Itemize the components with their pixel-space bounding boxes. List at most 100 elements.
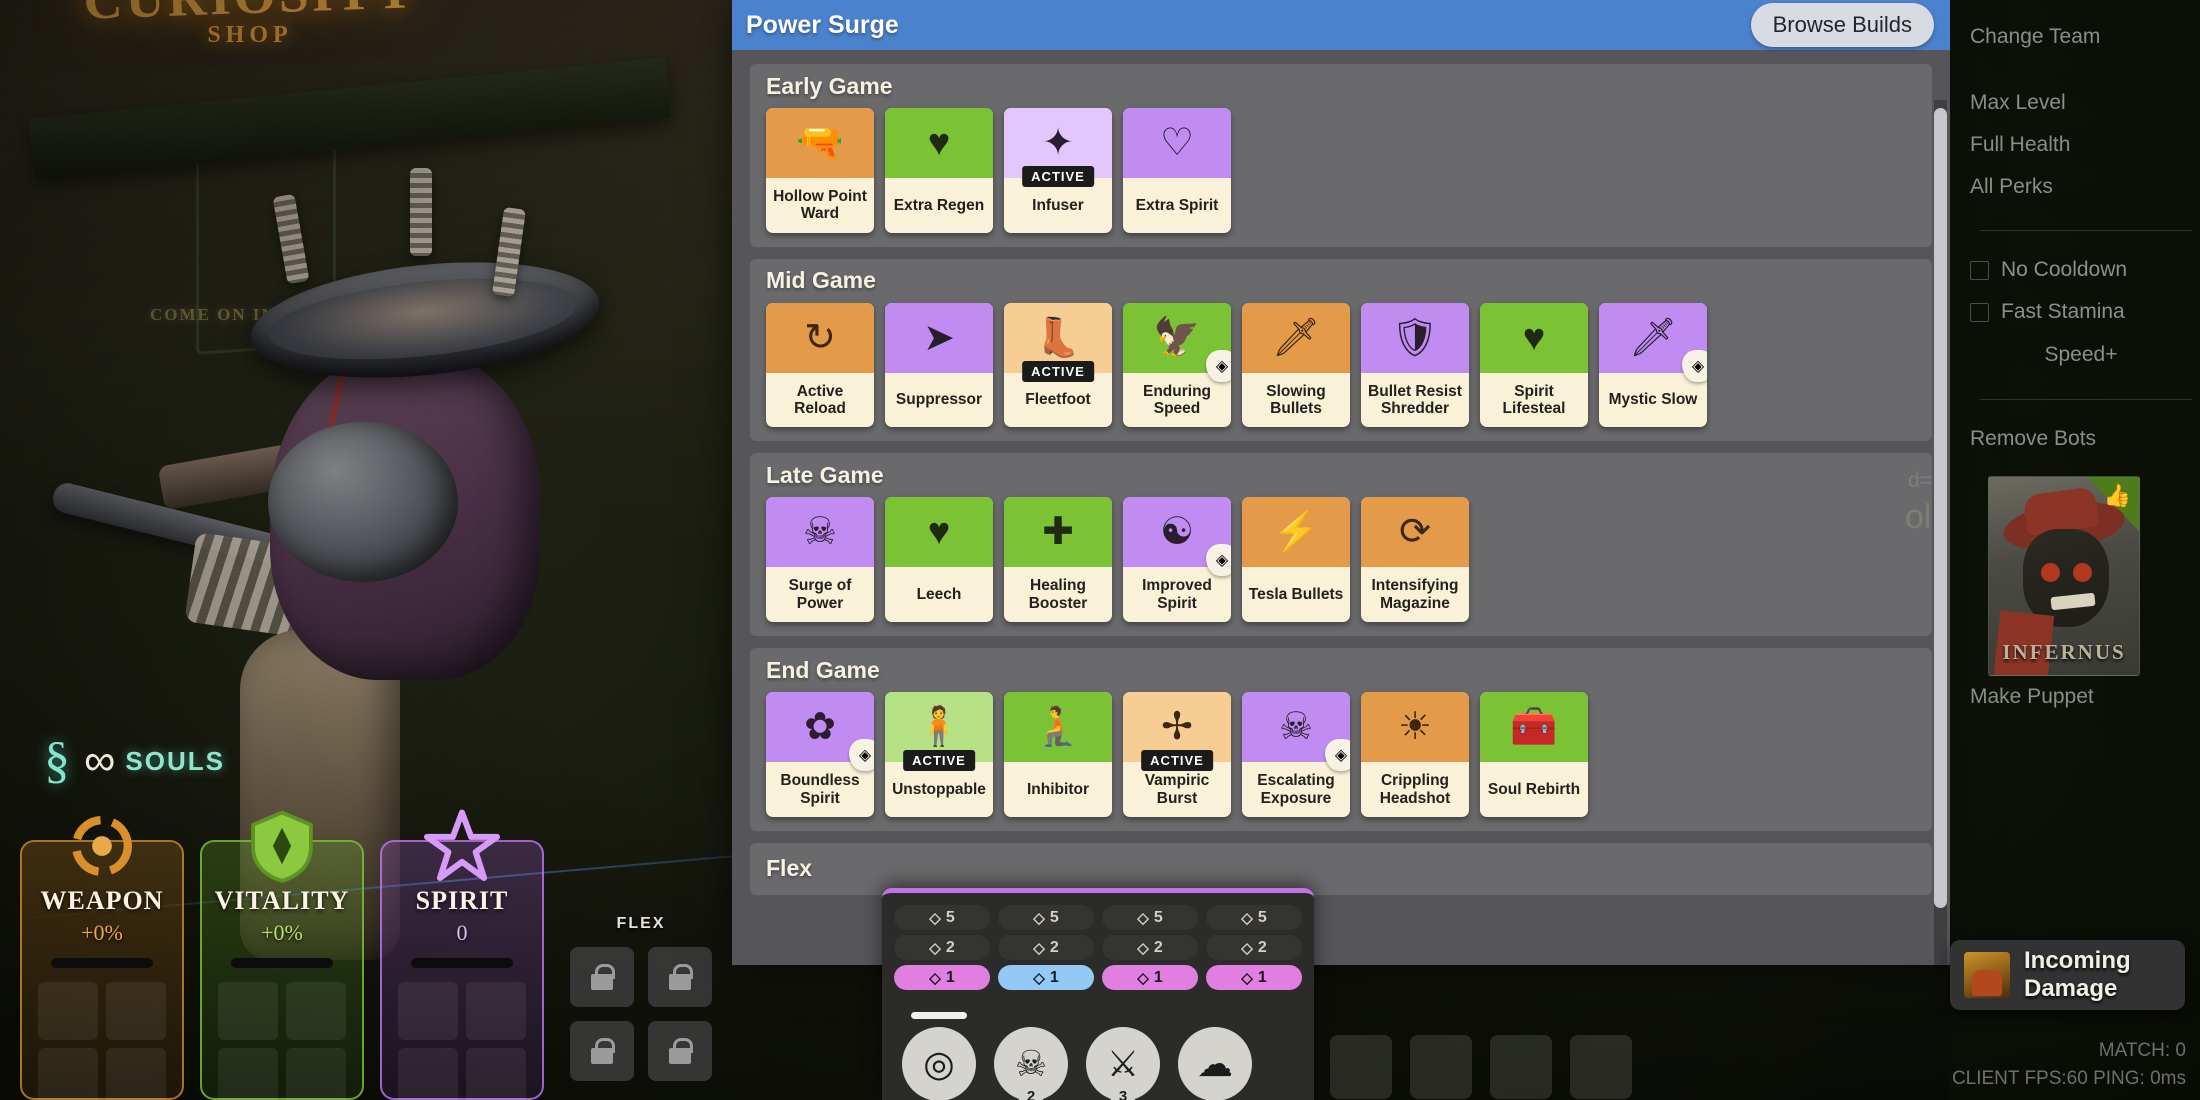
tier-count: 5 [1257, 908, 1267, 926]
shop-item-card[interactable]: ♥ Leech [885, 497, 993, 623]
tier-pill[interactable]: ◇ 5 [894, 905, 990, 930]
tier-grid: ◇ 5 ◇ 2 ◇ 1 ◇ 5 ◇ 2 ◇ 1 ◇ 5 ◇ 2 ◇ 1 ◇ 5 ◇ 2 ◇ 1 [894, 905, 1302, 990]
shop-item-card[interactable]: 🗡 Slowing Bullets [1242, 302, 1350, 428]
page-title: Power Surge [746, 10, 899, 39]
cheat-make-puppet[interactable]: Make Puppet [1962, 676, 2200, 718]
ability-slot[interactable]: ⚔ 3 [1086, 1012, 1160, 1100]
shop-item-card[interactable]: ⟳ Intensifying Magazine [1361, 497, 1469, 623]
hotbar-slot[interactable] [1570, 1035, 1632, 1099]
tier-pill[interactable]: ◇ 2 [1206, 935, 1302, 960]
shop-item-card[interactable]: 🛡 Bullet Resist Shredder [1361, 302, 1469, 428]
shop-item-card[interactable]: ☠ ◈ Escalating Exposure [1242, 692, 1350, 817]
section-header-end-game: End Game [766, 656, 880, 683]
shop-item-card[interactable]: ☯ ◈ Improved Spirit [1123, 497, 1231, 623]
hotbar-slot[interactable] [1490, 1035, 1552, 1099]
tier-pill[interactable]: ◇ 1 [1102, 965, 1198, 990]
shop-item-card[interactable]: ♡ Extra Spirit [1123, 108, 1231, 233]
ability-spacer [994, 1012, 1068, 1027]
smoke-ability-icon[interactable]: ☁ [1178, 1027, 1252, 1100]
shop-item-card[interactable]: ✦ ACTIVE Infuser [1004, 108, 1112, 233]
tier-pill[interactable]: ◇ 2 [1102, 935, 1198, 960]
item-slot[interactable] [466, 982, 526, 1040]
stat-name-weapon: WEAPON [40, 886, 164, 915]
flex-slot[interactable] [570, 947, 634, 1007]
item-name: Surge of Power [788, 577, 852, 612]
hotbar-slot[interactable] [1330, 1035, 1392, 1099]
item-art: ♥ [885, 108, 993, 178]
shop-item-card[interactable]: ✢ ACTIVE Vampiric Burst [1123, 692, 1231, 817]
item-slot[interactable] [398, 982, 458, 1040]
tier-pill[interactable]: ◇ 2 [998, 935, 1094, 960]
tier-pill[interactable]: ◇ 1 [894, 965, 990, 990]
hero-avatar-icon [1964, 952, 2010, 998]
tier-pill[interactable]: ◇ 2 [894, 935, 990, 960]
souls-counter: § ∞ SOULS [44, 735, 225, 787]
browse-builds-button[interactable]: Browse Builds [1750, 3, 1934, 47]
fleetfoot-icon: 👢 [1034, 316, 1082, 359]
shop-item-card[interactable]: ♥ Spirit Lifesteal [1480, 302, 1588, 428]
tier-pill[interactable]: ◇ 1 [998, 965, 1094, 990]
tier-pill[interactable]: ◇ 5 [998, 905, 1094, 930]
shop-item-card[interactable]: ☠ Surge of Power [766, 497, 874, 623]
ability-slot[interactable]: ◎ [902, 1012, 976, 1100]
shop-item-card[interactable]: 👢 ACTIVE Fleetfoot [1004, 302, 1112, 428]
tier-pill[interactable]: ◇ 5 [1102, 905, 1198, 930]
enduring-speed-sub-icon: ◈ [1206, 349, 1231, 382]
ability-slot[interactable]: ☠ 2 [994, 1012, 1068, 1100]
shop-item-card[interactable]: ✚ Healing Booster [1004, 497, 1112, 623]
item-slot[interactable] [286, 1048, 346, 1100]
item-name: Healing Booster [1028, 577, 1088, 612]
ring-ability-icon[interactable]: ◎ [902, 1027, 976, 1100]
shop-item-card[interactable]: ✿ ◈ Boundless Spirit [766, 692, 874, 817]
cheat-fast-stamina[interactable]: Fast Stamina [1962, 291, 2200, 333]
shop-item-card[interactable]: 🧎 Inhibitor [1004, 692, 1112, 817]
item-slot[interactable] [38, 982, 98, 1040]
item-art: ✿ ◈ [766, 692, 874, 772]
shop-item-card[interactable]: ♥ Extra Regen [885, 108, 993, 233]
item-slot[interactable] [106, 1048, 166, 1100]
diamond-icon: ◇ [929, 939, 941, 957]
stat-bar-vitality [230, 958, 334, 968]
flex-slot[interactable] [648, 947, 712, 1007]
shop-item-card[interactable]: ↻ Active Reload [766, 302, 874, 428]
stat-card-spirit[interactable]: SPIRIT 0 [380, 809, 544, 1100]
item-slot[interactable] [286, 982, 346, 1040]
item-slot[interactable] [218, 1048, 278, 1100]
shop-item-card[interactable]: 🦅 ◈ Enduring Speed [1123, 302, 1231, 428]
flex-slot[interactable] [570, 1021, 634, 1081]
shop-item-card[interactable]: 🔫 Hollow Point Ward [766, 108, 874, 233]
shop-item-card[interactable]: 🧰 Soul Rebirth [1480, 692, 1588, 817]
cheat-change-team[interactable]: Change Team [1962, 16, 2200, 58]
shop-item-card[interactable]: ➤ Suppressor [885, 302, 993, 428]
shop-scrollbar-thumb[interactable] [1934, 108, 1947, 908]
stat-card-vitality[interactable]: VITALITY +0% [200, 810, 364, 1100]
checkbox[interactable] [1970, 302, 1989, 322]
tier-pill[interactable]: ◇ 5 [1206, 905, 1302, 930]
flex-slot[interactable] [648, 1021, 712, 1081]
shop-item-card[interactable]: ☀ Crippling Headshot [1361, 692, 1469, 817]
item-slot[interactable] [466, 1048, 526, 1100]
cheat-remove-bots[interactable]: Remove Bots [1962, 418, 2200, 460]
item-slot[interactable] [218, 982, 278, 1040]
tier-pill[interactable]: ◇ 1 [1206, 965, 1302, 990]
item-slot[interactable] [38, 1048, 98, 1100]
hero-card-infernus[interactable]: 👍 INFERNUS [1988, 476, 2140, 676]
item-art: 👢 ACTIVE [1004, 302, 1112, 382]
shop-item-card[interactable]: ⚡ Tesla Bullets [1242, 497, 1350, 623]
shop-panel: Power Surge Browse Builds Early Game 🔫 Hol… [732, 0, 1950, 965]
ability-slot[interactable]: ☁ [1178, 1012, 1252, 1100]
item-slot[interactable] [398, 1048, 458, 1100]
checkbox[interactable] [1970, 260, 1989, 280]
shop-item-card[interactable]: 🗡 ◈ Mystic Slow [1599, 302, 1707, 428]
crippling-headshot-icon: ☀ [1397, 706, 1433, 749]
stat-card-weapon[interactable]: WEAPON +0% [20, 815, 184, 1100]
cheat-full-health[interactable]: Full Health [1962, 124, 2200, 166]
item-slot[interactable] [106, 982, 166, 1040]
shop-item-card[interactable]: 🧍 ACTIVE Unstoppable [885, 692, 993, 817]
cheat-no-cooldown[interactable]: No Cooldown [1962, 249, 2200, 291]
cheat-all-perks[interactable]: All Perks [1962, 166, 2200, 208]
cheat-max-level[interactable]: Max Level [1962, 82, 2200, 124]
cheat-speed-increase[interactable]: Speed+ [1962, 333, 2200, 377]
cheat-speed-decrease[interactable]: d= [1900, 460, 1932, 502]
hotbar-slot[interactable] [1410, 1035, 1472, 1099]
